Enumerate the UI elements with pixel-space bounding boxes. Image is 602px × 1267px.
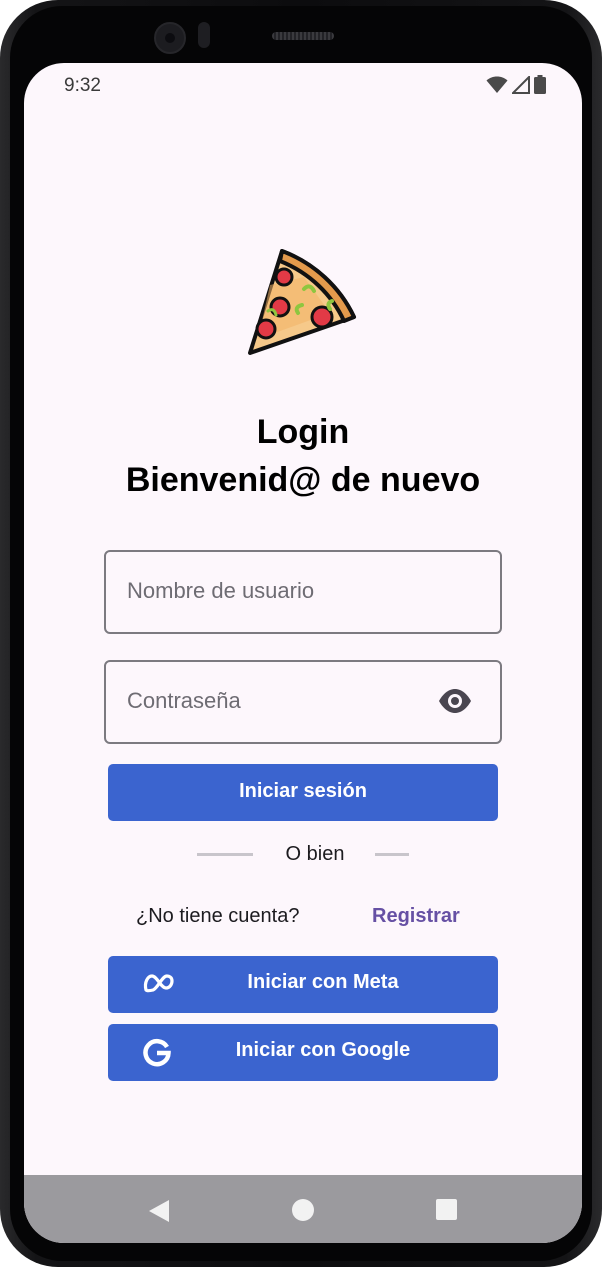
back-icon[interactable] (148, 1199, 170, 1223)
password-field[interactable]: Contraseña (104, 660, 502, 744)
phone-frame: 9:32 Login Bienvenid@ de nuevo Nombre de… (0, 0, 602, 1267)
front-camera (154, 22, 186, 54)
divider-right (375, 853, 409, 856)
earpiece-speaker (272, 32, 334, 40)
app-screen: 9:32 Login Bienvenid@ de nuevo Nombre de… (24, 63, 582, 1243)
meta-login-button[interactable]: Iniciar con Meta (108, 956, 498, 1013)
google-login-button[interactable]: Iniciar con Google (108, 1024, 498, 1081)
proximity-sensor (198, 22, 210, 48)
password-placeholder: Contraseña (127, 688, 241, 713)
login-button[interactable]: Iniciar sesión (108, 764, 498, 821)
username-placeholder: Nombre de usuario (127, 578, 315, 603)
no-account-text: ¿No tiene cuenta? (136, 905, 300, 927)
eye-icon[interactable] (438, 689, 472, 713)
status-bar: 9:32 (24, 63, 582, 109)
battery-icon (534, 75, 546, 94)
divider-left (197, 853, 253, 856)
login-button-label: Iniciar sesión (239, 780, 367, 802)
recents-icon[interactable] (436, 1199, 457, 1220)
cell-signal-icon (512, 75, 530, 94)
wifi-icon (486, 76, 508, 93)
username-field[interactable]: Nombre de usuario (104, 550, 502, 634)
page-title: Login (256, 413, 350, 451)
register-link[interactable]: Registrar (372, 905, 460, 928)
google-button-label: Iniciar con Google (235, 1039, 411, 1061)
pizza-slice-icon (248, 249, 356, 355)
meta-button-label: Iniciar con Meta (247, 971, 399, 993)
home-icon[interactable] (292, 1199, 314, 1221)
status-icons (486, 75, 546, 94)
page-subtitle: Bienvenid@ de nuevo (125, 461, 481, 499)
navigation-bar (24, 1175, 582, 1243)
divider-text: O bien (285, 843, 345, 865)
status-time: 9:32 (64, 75, 101, 96)
